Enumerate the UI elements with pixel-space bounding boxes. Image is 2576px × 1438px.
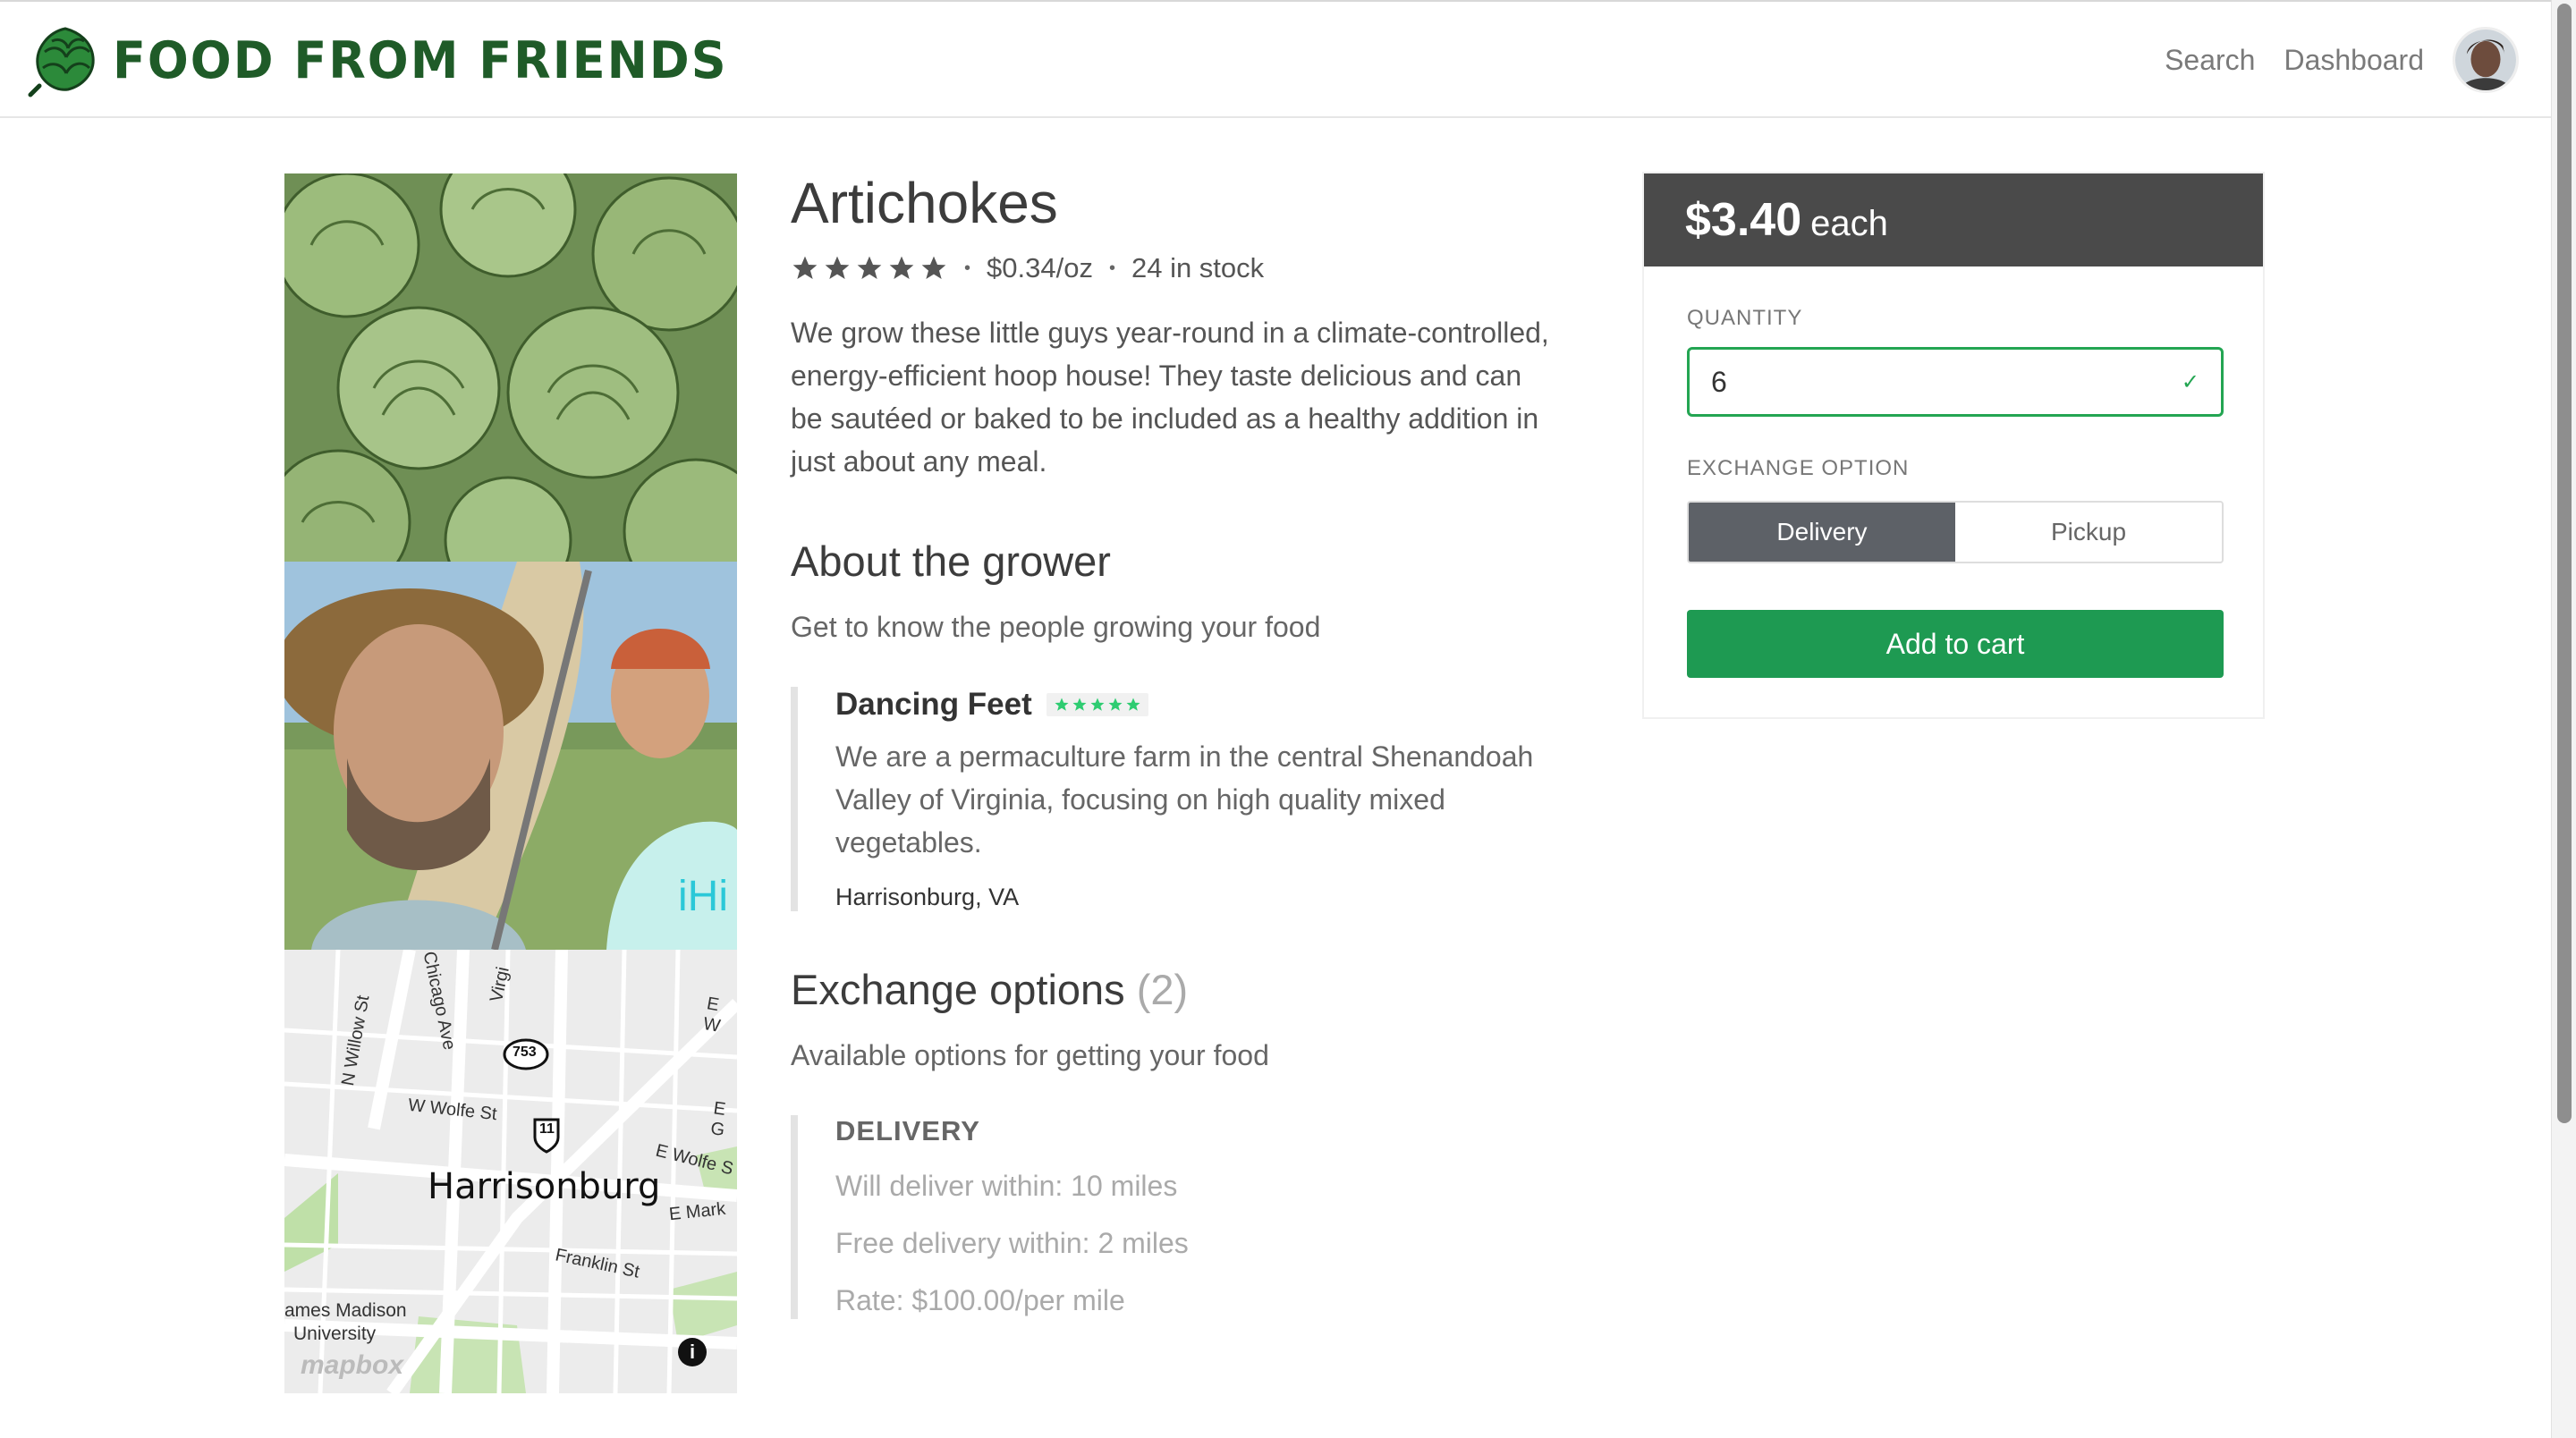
grower-photo[interactable]: iHi (284, 562, 737, 950)
map-city-label: Harrisonburg (428, 1166, 661, 1207)
grower-location: Harrisonburg, VA (835, 884, 1020, 910)
product-description: We grow these little guys year-round in … (791, 317, 1549, 478)
artichoke-icon (28, 27, 95, 97)
grower-section-subheading: Get to know the people growing your food (791, 611, 1321, 643)
exchange-option-label: EXCHANGE OPTION (1687, 456, 1910, 480)
pickup-option-button[interactable]: Pickup (1955, 503, 2222, 562)
free-delivery-radius: Free delivery within: 2 miles (835, 1227, 1189, 1259)
artichoke-photo[interactable] (284, 173, 737, 562)
brand-name: FOOD FROM FRIENDS (113, 30, 728, 90)
quantity-value: 6 (1711, 365, 1727, 398)
star-icon (1108, 698, 1123, 711)
separator-dot: • (1108, 258, 1115, 278)
purchase-form: QUANTITY 6 ✓ EXCHANGE OPTION Delivery Pi… (1644, 266, 2263, 717)
map-shield-753: 753 (513, 1045, 537, 1060)
grower-section-heading: About the grower (791, 537, 1111, 585)
map-street-ew: E W (701, 994, 722, 1036)
star-icon (1072, 698, 1087, 711)
star-icon (921, 256, 946, 279)
star-icon (889, 256, 914, 279)
star-icon (1055, 698, 1069, 711)
grower-rating (1046, 693, 1148, 716)
delivery-rate: Rate: $100.00/per mile (835, 1284, 1125, 1316)
star-icon (825, 256, 850, 279)
map-poi-jmu-line1: ames Madison (284, 1300, 407, 1321)
product-stock: 24 in stock (1131, 252, 1265, 283)
separator-dot: • (964, 258, 971, 278)
add-to-cart-button[interactable]: Add to cart (1687, 610, 2224, 678)
map-street-eg: E G (709, 1098, 727, 1141)
star-icon (1126, 698, 1140, 711)
exchange-section-subheading: Available options for getting your food (791, 1039, 1269, 1071)
exchange-count: (2) (1136, 966, 1189, 1013)
mapbox-logo[interactable]: mapbox (301, 1350, 403, 1381)
map-shield-11: 11 (539, 1121, 555, 1137)
map-info-icon[interactable]: i (678, 1338, 707, 1366)
product-details: Artichokes • $0.34/oz • 24 in stock We g… (791, 170, 1569, 1319)
star-icon (792, 256, 818, 279)
svg-text:iHi: iHi (678, 873, 728, 920)
exchange-option-toggle: Delivery Pickup (1687, 501, 2224, 563)
quantity-input[interactable]: 6 ✓ (1687, 347, 2224, 417)
scrollbar-thumb[interactable] (2557, 4, 2572, 1123)
map-poi-jmu-line2: University (293, 1324, 377, 1344)
grower-description: We are a permaculture farm in the centra… (835, 740, 1534, 859)
product-unit-price: $0.34/oz (987, 252, 1093, 283)
delivery-radius: Will deliver within: 10 miles (835, 1170, 1178, 1202)
delivery-option-button[interactable]: Delivery (1689, 503, 1955, 562)
star-icon (857, 256, 882, 279)
brand-logo[interactable]: FOOD FROM FRIENDS (27, 21, 728, 98)
item-price-unit: each (1810, 204, 1888, 243)
product-title: Artichokes (791, 171, 1058, 235)
delivery-title: DELIVERY (835, 1115, 980, 1146)
quantity-label: QUANTITY (1687, 306, 1803, 330)
item-price: $3.40 (1685, 194, 1802, 246)
grower-card: Dancing Feet We are a permaculture farm … (791, 687, 1569, 911)
nav-dashboard-link[interactable]: Dashboard (2284, 44, 2424, 77)
top-navbar: FOOD FROM FRIENDS Search Dashboard (0, 2, 2551, 118)
purchase-card: $3.40 each QUANTITY 6 ✓ EXCHANGE OPTION … (1642, 172, 2265, 719)
product-media-column: iHi 753 11 Harrisonburg N Willow St Chic… (284, 173, 737, 1393)
price-header: $3.40 each (1644, 173, 2263, 266)
exchange-section-heading: Exchange options (2) (791, 965, 1569, 1014)
star-icon (1090, 698, 1105, 711)
grower-name-row: Dancing Feet (835, 687, 1569, 723)
delivery-option-card: DELIVERY Will deliver within: 10 miles F… (791, 1115, 1569, 1319)
exchange-heading-text: Exchange options (791, 966, 1125, 1013)
product-rating (791, 254, 948, 283)
grower-name[interactable]: Dancing Feet (835, 687, 1032, 723)
checkmark-icon: ✓ (2181, 369, 2199, 394)
user-avatar[interactable] (2453, 27, 2519, 93)
nav-links: Search Dashboard (2165, 27, 2519, 93)
product-meta: • $0.34/oz • 24 in stock (791, 252, 1569, 284)
grower-location-map[interactable]: 753 11 Harrisonburg N Willow St Chicago … (284, 950, 737, 1393)
nav-search-link[interactable]: Search (2165, 44, 2255, 77)
page-scrollbar[interactable] (2551, 0, 2576, 1438)
